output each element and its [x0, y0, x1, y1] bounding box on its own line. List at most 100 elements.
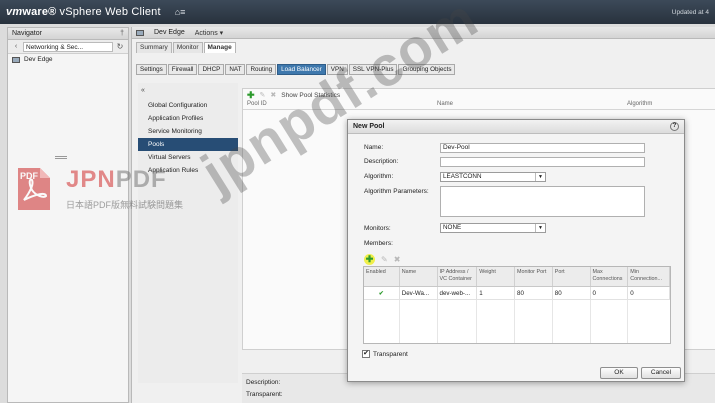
member-name: Dev-Wa...: [400, 287, 438, 299]
transparent-label: Transparent: [373, 350, 408, 358]
col-monitor-port[interactable]: Monitor Port: [515, 267, 553, 286]
brand-ware: ware®: [22, 6, 57, 18]
dialog-title: New Pool: [353, 123, 385, 130]
navigator-pane: Navigator † ‹ Networking & Sec... ↻ Dev …: [7, 27, 129, 403]
edit-pool-icon[interactable]: ✎: [260, 91, 266, 99]
pin-icon[interactable]: †: [120, 30, 124, 37]
home-icon[interactable]: ⌂≡: [175, 7, 186, 17]
nav-item-dev-edge[interactable]: Dev Edge: [8, 54, 128, 65]
tab-manage[interactable]: Manage: [203, 42, 236, 53]
delete-member-icon[interactable]: ✖: [394, 255, 401, 264]
updated-status: Updated at 4: [671, 8, 709, 16]
top-header: vmware® vSphere Web Client ⌂≡ Updated at …: [0, 0, 715, 24]
object-tabs: Summary Monitor Manage: [136, 42, 236, 53]
subtab-settings[interactable]: Settings: [136, 64, 167, 75]
object-title: Dev Edge: [154, 29, 185, 36]
lb-menu-pools[interactable]: Pools: [138, 138, 238, 151]
edge-icon: [136, 29, 144, 36]
detail-transparent-label: Transparent:: [246, 391, 283, 398]
lb-menu-global-configuration[interactable]: Global Configuration: [138, 99, 238, 112]
add-pool-icon[interactable]: ✚: [247, 90, 255, 101]
lb-menu-application-profiles[interactable]: Application Profiles: [138, 112, 238, 125]
manage-subtabs: Settings Firewall DHCP NAT Routing Load …: [136, 64, 456, 75]
monitors-value: NONE: [443, 224, 462, 231]
monitors-label: Monitors:: [364, 225, 391, 232]
subtab-ssl-vpn-plus[interactable]: SSL VPN-Plus: [348, 64, 398, 75]
member-ip: dev-web-...: [438, 287, 478, 299]
col-weight[interactable]: Weight: [477, 267, 515, 286]
lb-menu-virtual-servers[interactable]: Virtual Servers: [138, 151, 238, 164]
lb-menu-application-rules[interactable]: Application Rules: [138, 164, 238, 177]
algorithm-value: LEASTCONN: [443, 173, 482, 180]
algorithm-parameters-textarea[interactable]: [440, 186, 645, 217]
subtab-grouping-objects[interactable]: Grouping Objects: [398, 64, 456, 75]
subtab-vpn[interactable]: VPN: [326, 64, 348, 75]
member-max-connections: 0: [591, 287, 629, 299]
pool-toolbar: ✚ ✎ ✖ Show Pool Statistics: [243, 89, 715, 101]
member-weight: 1: [477, 287, 515, 299]
navigator-breadcrumb: ‹ Networking & Sec... ↻: [8, 40, 128, 54]
transparent-option: ✔ Transparent: [362, 350, 408, 358]
col-ip-address[interactable]: IP Address / VC Container: [438, 267, 478, 286]
table-empty-area: [364, 300, 670, 343]
name-input[interactable]: Dev-Pool: [440, 143, 645, 153]
col-enabled[interactable]: Enabled: [364, 267, 400, 286]
algorithm-select[interactable]: LEASTCONN ▼: [440, 172, 546, 182]
edit-member-icon[interactable]: ✎: [381, 255, 388, 264]
algorithm-parameters-label: Algorithm Parameters:: [364, 188, 429, 195]
monitors-select[interactable]: NONE ▼: [440, 223, 546, 233]
member-port: 80: [553, 287, 591, 299]
enabled-check-icon: ✔: [364, 287, 400, 299]
subtab-firewall[interactable]: Firewall: [167, 64, 198, 75]
col-pool-id[interactable]: Pool ID: [247, 101, 437, 109]
members-table: Enabled Name IP Address / VC Container W…: [363, 266, 671, 344]
subtab-nat[interactable]: NAT: [225, 64, 246, 75]
col-max-connections[interactable]: Max Connections: [591, 267, 629, 286]
members-table-header: Enabled Name IP Address / VC Container W…: [364, 267, 670, 287]
chevron-down-icon: ▼: [535, 224, 545, 232]
show-pool-statistics-link[interactable]: Show Pool Statistics: [281, 92, 340, 99]
col-name[interactable]: Name: [400, 267, 438, 286]
description-input[interactable]: [440, 157, 645, 167]
table-row[interactable]: ✔ Dev-Wa... dev-web-... 1 80 80 0 0: [364, 287, 670, 300]
subtab-routing[interactable]: Routing: [246, 64, 277, 75]
name-label: Name:: [364, 144, 384, 151]
back-icon[interactable]: ‹: [11, 43, 21, 50]
members-label: Members:: [364, 240, 393, 247]
subtab-load-balancer[interactable]: Load Balancer: [277, 64, 326, 75]
subtab-dhcp[interactable]: DHCP: [198, 64, 225, 75]
delete-pool-icon[interactable]: ✖: [270, 91, 276, 99]
navigator-title: Navigator: [12, 30, 42, 37]
actions-menu[interactable]: Actions ▾: [195, 29, 223, 37]
brand-product: vSphere Web Client: [59, 6, 161, 18]
cancel-button[interactable]: Cancel: [641, 367, 681, 379]
refresh-icon[interactable]: ↻: [115, 42, 125, 51]
tab-monitor[interactable]: Monitor: [172, 42, 203, 53]
chevron-down-icon: ▼: [535, 173, 545, 181]
lb-menu-service-monitoring[interactable]: Service Monitoring: [138, 125, 238, 138]
description-label: Description:: [364, 158, 399, 165]
members-toolbar: ✚ ✎ ✖: [364, 254, 400, 265]
new-pool-dialog: New Pool ? Name: Dev-Pool Description: A…: [347, 119, 685, 382]
add-member-icon[interactable]: ✚: [364, 254, 375, 265]
help-icon[interactable]: ?: [670, 122, 679, 131]
transparent-checkbox[interactable]: ✔: [362, 350, 370, 358]
app-brand: vmware® vSphere Web Client: [6, 6, 161, 18]
object-header: Dev Edge Actions ▾: [132, 27, 715, 39]
col-min-connections[interactable]: Min Connection...: [628, 267, 670, 286]
col-name[interactable]: Name: [437, 101, 627, 109]
breadcrumb-networking[interactable]: Networking & Sec...: [23, 41, 113, 52]
nav-item-label: Dev Edge: [24, 56, 53, 63]
ok-button[interactable]: OK: [600, 367, 638, 379]
col-algorithm[interactable]: Algorithm: [627, 101, 652, 109]
tab-summary[interactable]: Summary: [136, 42, 172, 53]
pane-splitter[interactable]: [55, 156, 67, 159]
navigator-header: Navigator †: [8, 28, 128, 40]
edge-icon: [12, 56, 20, 63]
collapse-icon[interactable]: «: [138, 83, 238, 99]
col-port[interactable]: Port: [553, 267, 591, 286]
brand-vm: vm: [6, 6, 23, 18]
load-balancer-menu: « Global Configuration Application Profi…: [138, 83, 238, 383]
dialog-title-bar: New Pool ?: [348, 120, 684, 134]
member-monitor-port: 80: [515, 287, 553, 299]
